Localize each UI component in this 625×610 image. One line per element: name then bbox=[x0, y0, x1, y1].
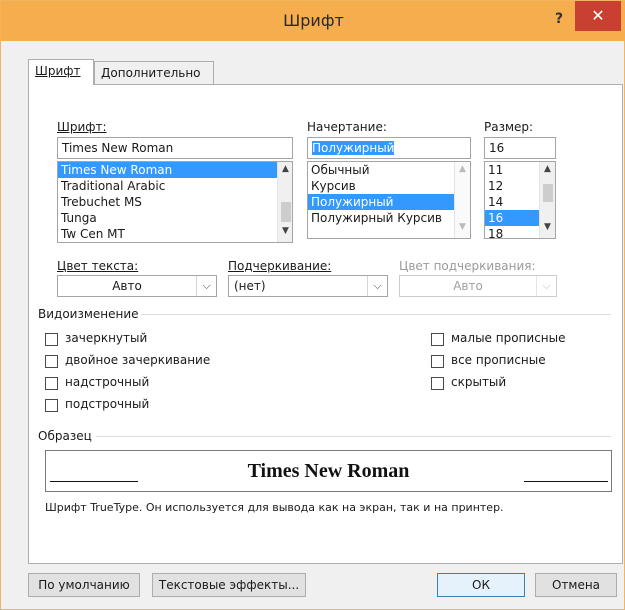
ok-button[interactable]: ОК bbox=[437, 573, 525, 597]
checkbox-box[interactable] bbox=[45, 377, 58, 390]
underline-label: Подчеркивание: bbox=[228, 259, 332, 273]
font-input-value: Times New Roman bbox=[62, 141, 174, 155]
font-label: Шрифт: bbox=[57, 120, 107, 134]
underline-color-value: Авто bbox=[453, 279, 483, 293]
size-input-value: 16 bbox=[489, 141, 505, 155]
tab-advanced[interactable]: Дополнительно bbox=[94, 61, 214, 85]
preview-group-title: Образец bbox=[38, 429, 92, 443]
size-list-item[interactable]: 16 bbox=[485, 210, 539, 226]
font-color-label: Цвет текста: bbox=[57, 259, 139, 273]
style-list-item[interactable]: Полужирный Курсив bbox=[308, 210, 454, 226]
question-icon[interactable]: ? bbox=[549, 9, 569, 29]
chevron-down-icon[interactable]: ▼ bbox=[540, 222, 555, 232]
checkbox-box[interactable] bbox=[45, 399, 58, 412]
chevron-up-icon: ▲ bbox=[459, 164, 466, 174]
checkbox-label: малые прописные bbox=[451, 331, 566, 345]
chevron-down-icon[interactable]: ⌵ bbox=[196, 276, 216, 296]
preview-box: Times New Roman bbox=[45, 450, 612, 492]
font-list-item[interactable]: Times New Roman bbox=[58, 162, 277, 178]
checkbox-label: скрытый bbox=[451, 375, 507, 389]
underline-color-combo: Авто ⌵ bbox=[399, 275, 557, 297]
style-list-scrollbar[interactable]: ▲ ▼ bbox=[454, 162, 470, 238]
style-input-value: Полужирный bbox=[312, 141, 395, 155]
title-bar[interactable]: Шрифт ? ✕ bbox=[1, 1, 625, 41]
cancel-label: Отмена bbox=[551, 578, 601, 592]
tab-advanced-label: Дополнительно bbox=[101, 66, 201, 80]
close-icon[interactable]: ✕ bbox=[575, 1, 621, 31]
tab-font-label: Шрифт bbox=[35, 64, 81, 78]
size-label: Размер: bbox=[484, 120, 534, 134]
checkbox-box[interactable] bbox=[45, 355, 58, 368]
font-list[interactable]: Times New Roman Traditional Arabic Trebu… bbox=[57, 161, 293, 243]
font-list-item[interactable]: Trebuchet MS bbox=[58, 194, 277, 210]
font-dialog: Шрифт ? ✕ Шрифт Дополнительно Шрифт: Tim… bbox=[0, 0, 625, 610]
scrollbar-thumb[interactable] bbox=[281, 202, 291, 222]
set-default-button[interactable]: По умолчанию bbox=[28, 573, 140, 597]
divider bbox=[141, 314, 611, 315]
window-title: Шрифт bbox=[283, 11, 344, 30]
checkbox-box[interactable] bbox=[431, 377, 444, 390]
size-list-item[interactable]: 11 bbox=[485, 162, 539, 178]
size-list[interactable]: 11 12 14 16 18 ▲ ▼ bbox=[484, 161, 556, 239]
style-list-item[interactable]: Курсив bbox=[308, 178, 454, 194]
style-list-item[interactable]: Обычный bbox=[308, 162, 454, 178]
underline-value: (нет) bbox=[234, 279, 266, 293]
set-default-label: По умолчанию bbox=[38, 578, 130, 592]
size-list-item[interactable]: 18 bbox=[485, 226, 539, 238]
divider bbox=[96, 436, 611, 437]
font-color-value: Авто bbox=[112, 279, 142, 293]
checkbox-box[interactable] bbox=[431, 333, 444, 346]
checkbox-label: зачеркнутый bbox=[65, 331, 148, 345]
scrollbar-thumb[interactable] bbox=[543, 184, 553, 202]
cancel-button[interactable]: Отмена bbox=[535, 573, 617, 597]
style-input[interactable]: Полужирный bbox=[307, 137, 471, 159]
font-color-combo[interactable]: Авто ⌵ bbox=[57, 275, 217, 297]
tab-font[interactable]: Шрифт bbox=[28, 59, 94, 85]
text-effects-label: Текстовые эффекты... bbox=[158, 578, 300, 592]
chevron-up-icon[interactable]: ▲ bbox=[540, 164, 555, 174]
style-list-item[interactable]: Полужирный bbox=[308, 194, 454, 210]
size-list-item[interactable]: 14 bbox=[485, 194, 539, 210]
text-effects-button[interactable]: Текстовые эффекты... bbox=[152, 573, 306, 597]
style-list[interactable]: Обычный Курсив Полужирный Полужирный Кур… bbox=[307, 161, 471, 239]
font-list-item[interactable]: Traditional Arabic bbox=[58, 178, 277, 194]
underline-color-label: Цвет подчеркивания: bbox=[399, 259, 536, 273]
font-list-item[interactable]: Tw Cen MT bbox=[58, 226, 277, 242]
chevron-down-icon: ⌵ bbox=[536, 276, 556, 296]
checkbox-label: все прописные bbox=[451, 353, 546, 367]
checkbox-label: двойное зачеркивание bbox=[65, 353, 211, 367]
font-list-scrollbar[interactable]: ▲ ▼ bbox=[277, 162, 292, 242]
preview-text: Times New Roman bbox=[247, 460, 410, 482]
checkbox-box[interactable] bbox=[431, 355, 444, 368]
underline-combo[interactable]: (нет) ⌵ bbox=[228, 275, 388, 297]
font-list-items: Times New Roman Traditional Arabic Trebu… bbox=[58, 162, 277, 242]
chevron-down-icon[interactable]: ⌵ bbox=[367, 276, 387, 296]
preview-note: Шрифт TrueType. Он используется для выво… bbox=[45, 501, 504, 514]
checkbox-label: надстрочный bbox=[65, 375, 150, 389]
size-input[interactable]: 16 bbox=[484, 137, 556, 159]
ok-label: ОК bbox=[472, 578, 490, 592]
preview-baseline-right bbox=[524, 481, 608, 482]
style-list-items: Обычный Курсив Полужирный Полужирный Кур… bbox=[308, 162, 454, 226]
font-input[interactable]: Times New Roman bbox=[57, 137, 293, 159]
effects-group-title: Видоизменение bbox=[38, 307, 139, 321]
size-list-scrollbar[interactable]: ▲ ▼ bbox=[539, 162, 555, 238]
chevron-up-icon[interactable]: ▲ bbox=[278, 164, 292, 174]
checkbox-box[interactable] bbox=[45, 333, 58, 346]
checkbox-label: подстрочный bbox=[65, 397, 150, 411]
chevron-down-icon[interactable]: ▼ bbox=[278, 226, 292, 236]
size-list-items: 11 12 14 16 18 bbox=[485, 162, 539, 238]
size-list-item[interactable]: 12 bbox=[485, 178, 539, 194]
chevron-down-icon: ▼ bbox=[459, 222, 466, 232]
font-list-item[interactable]: Tunga bbox=[58, 210, 277, 226]
style-label: Начертание: bbox=[307, 120, 387, 134]
